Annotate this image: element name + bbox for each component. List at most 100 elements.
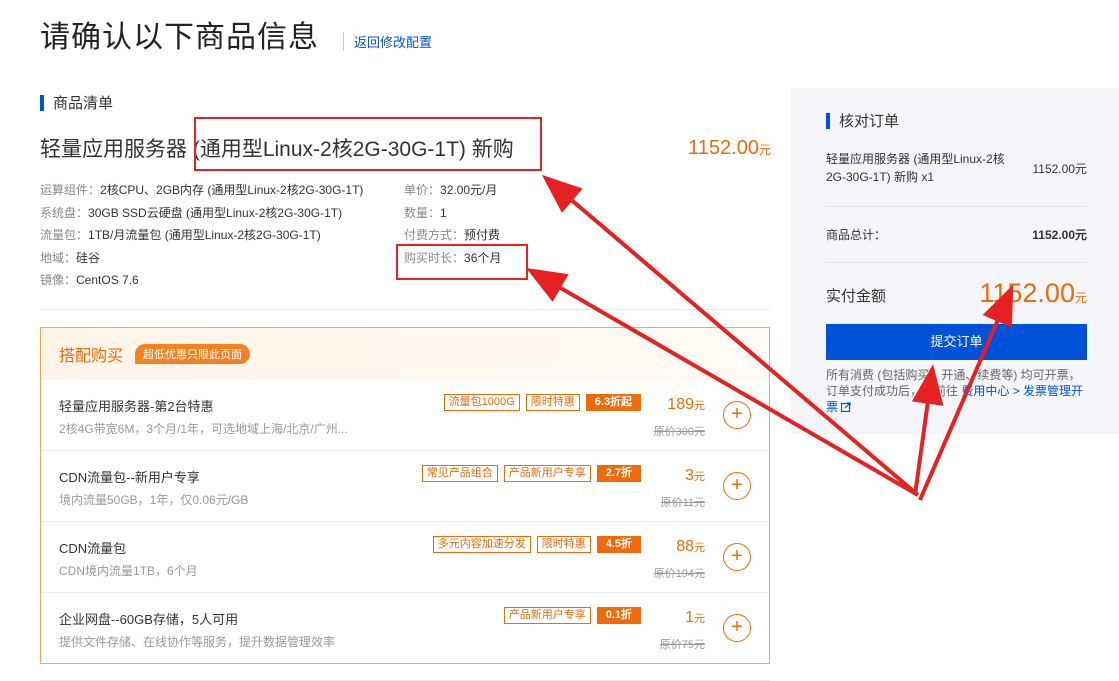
combo-item-original-price: 原价11元	[660, 497, 705, 509]
add-combo-item-button[interactable]: +	[723, 614, 751, 642]
combo-purchase-box: 搭配购买 超低优惠只限此页面 轻量应用服务器-第2台特惠 2核4G带宽6M，3个…	[40, 327, 770, 664]
submit-order-button[interactable]: 提交订单	[826, 324, 1087, 360]
combo-item-original-price: 原价194元	[653, 568, 705, 580]
discount-badge: 0.1折	[596, 607, 641, 624]
heading-accent-bar	[40, 94, 44, 111]
combo-item-name: CDN流量包	[59, 541, 127, 556]
discount-badge: 2.7折	[596, 465, 641, 482]
combo-item-original-price: 原价75元	[659, 639, 705, 651]
combo-item-tag: 产品新用户专享	[503, 465, 591, 482]
combo-item-price: 3元	[685, 467, 705, 485]
product-price-unit: 元	[758, 143, 771, 157]
section-divider	[40, 309, 770, 310]
combo-item-tags: 常见产品组合 产品新用户专享 2.7折	[421, 465, 641, 482]
combo-item-price-value: 1	[685, 609, 694, 626]
summary-divider	[826, 206, 1087, 207]
page-header: 请确认以下商品信息 返回修改配置	[40, 12, 432, 56]
annotation-box-product-title	[194, 117, 542, 171]
combo-item-price-unit: 元	[694, 400, 705, 412]
combo-item-tag: 常见产品组合	[421, 465, 498, 482]
order-summary-heading-label: 核对订单	[839, 113, 900, 130]
combo-item-tag: 限时特惠	[536, 536, 591, 553]
combo-item: CDN流量包--新用户专享 境内流量50GB，1年，仅0.06元/GB 常见产品…	[41, 451, 769, 522]
combo-item-price-value: 88	[676, 538, 694, 555]
spec-value: 1TB/月流量包 (通用型Linux-2核2G-30G-1T)	[88, 228, 321, 242]
spec-row: 流量包：1TB/月流量包 (通用型Linux-2核2G-30G-1T)	[40, 224, 363, 247]
combo-title: 搭配购买	[59, 348, 124, 365]
spec-value: 预付费	[464, 228, 501, 242]
combo-header: 搭配购买 超低优惠只限此页面	[41, 328, 769, 380]
spec-row: 数量：1	[404, 202, 501, 225]
combo-item-desc: 2核4G带宽6M，3个月/1年，可选地域上海/北京/广州...	[59, 422, 348, 436]
combo-item-desc: 提供文件存储、在线协作等服务，提升数据管理效率	[59, 635, 336, 649]
spec-value: 硅谷	[76, 250, 101, 265]
spec-row: 镜像：CentOS 7.6	[40, 269, 363, 292]
spec-value: 2核CPU、2GB内存 (通用型Linux-2核2G-30G-1T)	[100, 183, 364, 197]
summary-total-value: 1152.00元	[1032, 228, 1087, 242]
add-combo-item-button[interactable]: +	[723, 543, 751, 571]
heading-accent-bar	[826, 112, 830, 129]
summary-item-price: 1152.00元	[1032, 162, 1088, 176]
external-link-icon[interactable]	[841, 402, 851, 413]
add-combo-item-button[interactable]: +	[723, 472, 751, 500]
discount-badge: 4.5折	[596, 536, 641, 553]
summary-total-label: 商品总计：	[826, 228, 887, 242]
spec-list-left: 运算组件：2核CPU、2GB内存 (通用型Linux-2核2G-30G-1T) …	[40, 179, 363, 292]
combo-item-tag: 限时特惠	[525, 394, 580, 411]
combo-item: CDN流量包 CDN境内流量1TB，6个月 多元内容加速分发 限时特惠 4.5折…	[41, 522, 769, 593]
spec-value: 32.00元/月	[440, 183, 498, 197]
combo-item-desc: CDN境内流量1TB，6个月	[59, 564, 198, 578]
combo-item-tag: 流量包1000G	[443, 394, 520, 411]
page-title: 请确认以下商品信息	[40, 21, 319, 54]
spec-key: 付费方式：	[404, 228, 465, 242]
spec-value: 1	[440, 205, 447, 220]
combo-item: 轻量应用服务器-第2台特惠 2核4G带宽6M，3个月/1年，可选地域上海/北京/…	[41, 380, 769, 451]
combo-item-price: 88元	[676, 538, 705, 556]
pay-amount-label: 实付金额	[826, 288, 887, 305]
combo-item-original-price: 原价300元	[653, 426, 705, 438]
annotation-box-duration	[396, 244, 528, 280]
spec-key: 系统盘：	[40, 205, 89, 220]
product-list-heading-label: 商品清单	[53, 95, 114, 112]
spec-key: 运算组件：	[40, 183, 101, 197]
discount-badge: 6.3折起	[585, 394, 641, 411]
summary-divider	[826, 262, 1087, 263]
combo-item-tags: 流量包1000G 限时特惠 6.3折起	[443, 394, 641, 411]
product-list-heading: 商品清单	[40, 92, 113, 113]
combo-item-name: 企业网盘--60GB存储，5人可用	[59, 612, 239, 627]
order-summary-panel: 核对订单 轻量应用服务器 (通用型Linux-2核2G-30G-1T) 新购 x…	[791, 88, 1119, 434]
combo-item-price-value: 3	[685, 467, 694, 484]
combo-item-price-unit: 元	[694, 471, 705, 483]
combo-item-tag: 多元内容加速分发	[432, 536, 531, 553]
combo-promo-tag: 超低优惠只限此页面	[135, 344, 251, 364]
invoice-note: 所有消费 (包括购买、开通、续费等) 均可开票，订单支付成功后，可前往 费用中心…	[826, 367, 1091, 415]
product-price-value: 1152.00	[688, 137, 759, 159]
combo-item-tag: 产品新用户专享	[503, 607, 591, 624]
combo-item-price-unit: 元	[694, 542, 705, 554]
billing-center-link[interactable]: 费用中心	[961, 384, 1009, 398]
back-to-config-link[interactable]: 返回修改配置	[343, 32, 432, 51]
combo-item: 企业网盘--60GB存储，5人可用 提供文件存储、在线协作等服务，提升数据管理效…	[41, 593, 769, 664]
pay-amount-value: 1152.00元	[979, 278, 1087, 309]
spec-row: 系统盘：30GB SSD云硬盘 (通用型Linux-2核2G-30G-1T)	[40, 202, 363, 225]
spec-row: 运算组件：2核CPU、2GB内存 (通用型Linux-2核2G-30G-1T)	[40, 179, 363, 202]
spec-row: 地域：硅谷	[40, 247, 363, 270]
spec-value: 30GB SSD云硬盘 (通用型Linux-2核2G-30G-1T)	[88, 205, 343, 220]
combo-item-tags: 产品新用户专享 0.1折	[503, 607, 641, 624]
combo-item-name: CDN流量包--新用户专享	[59, 470, 200, 485]
combo-item-price-unit: 元	[694, 613, 705, 625]
link-separator: >	[1009, 384, 1024, 398]
pay-amount-number: 1152.00	[979, 278, 1075, 308]
spec-row: 单价：32.00元/月	[404, 179, 501, 202]
spec-key: 流量包：	[40, 228, 89, 242]
spec-value: CentOS 7.6	[76, 273, 139, 287]
add-combo-item-button[interactable]: +	[723, 401, 751, 429]
combo-item-desc: 境内流量50GB，1年，仅0.06元/GB	[59, 493, 249, 507]
combo-item-price: 1元	[685, 609, 705, 627]
spec-key: 单价：	[404, 183, 441, 197]
combo-item-name: 轻量应用服务器-第2台特惠	[59, 399, 214, 414]
spec-key: 镜像：	[40, 273, 77, 287]
spec-key: 地域：	[40, 250, 77, 265]
combo-item-tags: 多元内容加速分发 限时特惠 4.5折	[432, 536, 641, 553]
order-summary-heading: 核对订单	[826, 110, 899, 131]
